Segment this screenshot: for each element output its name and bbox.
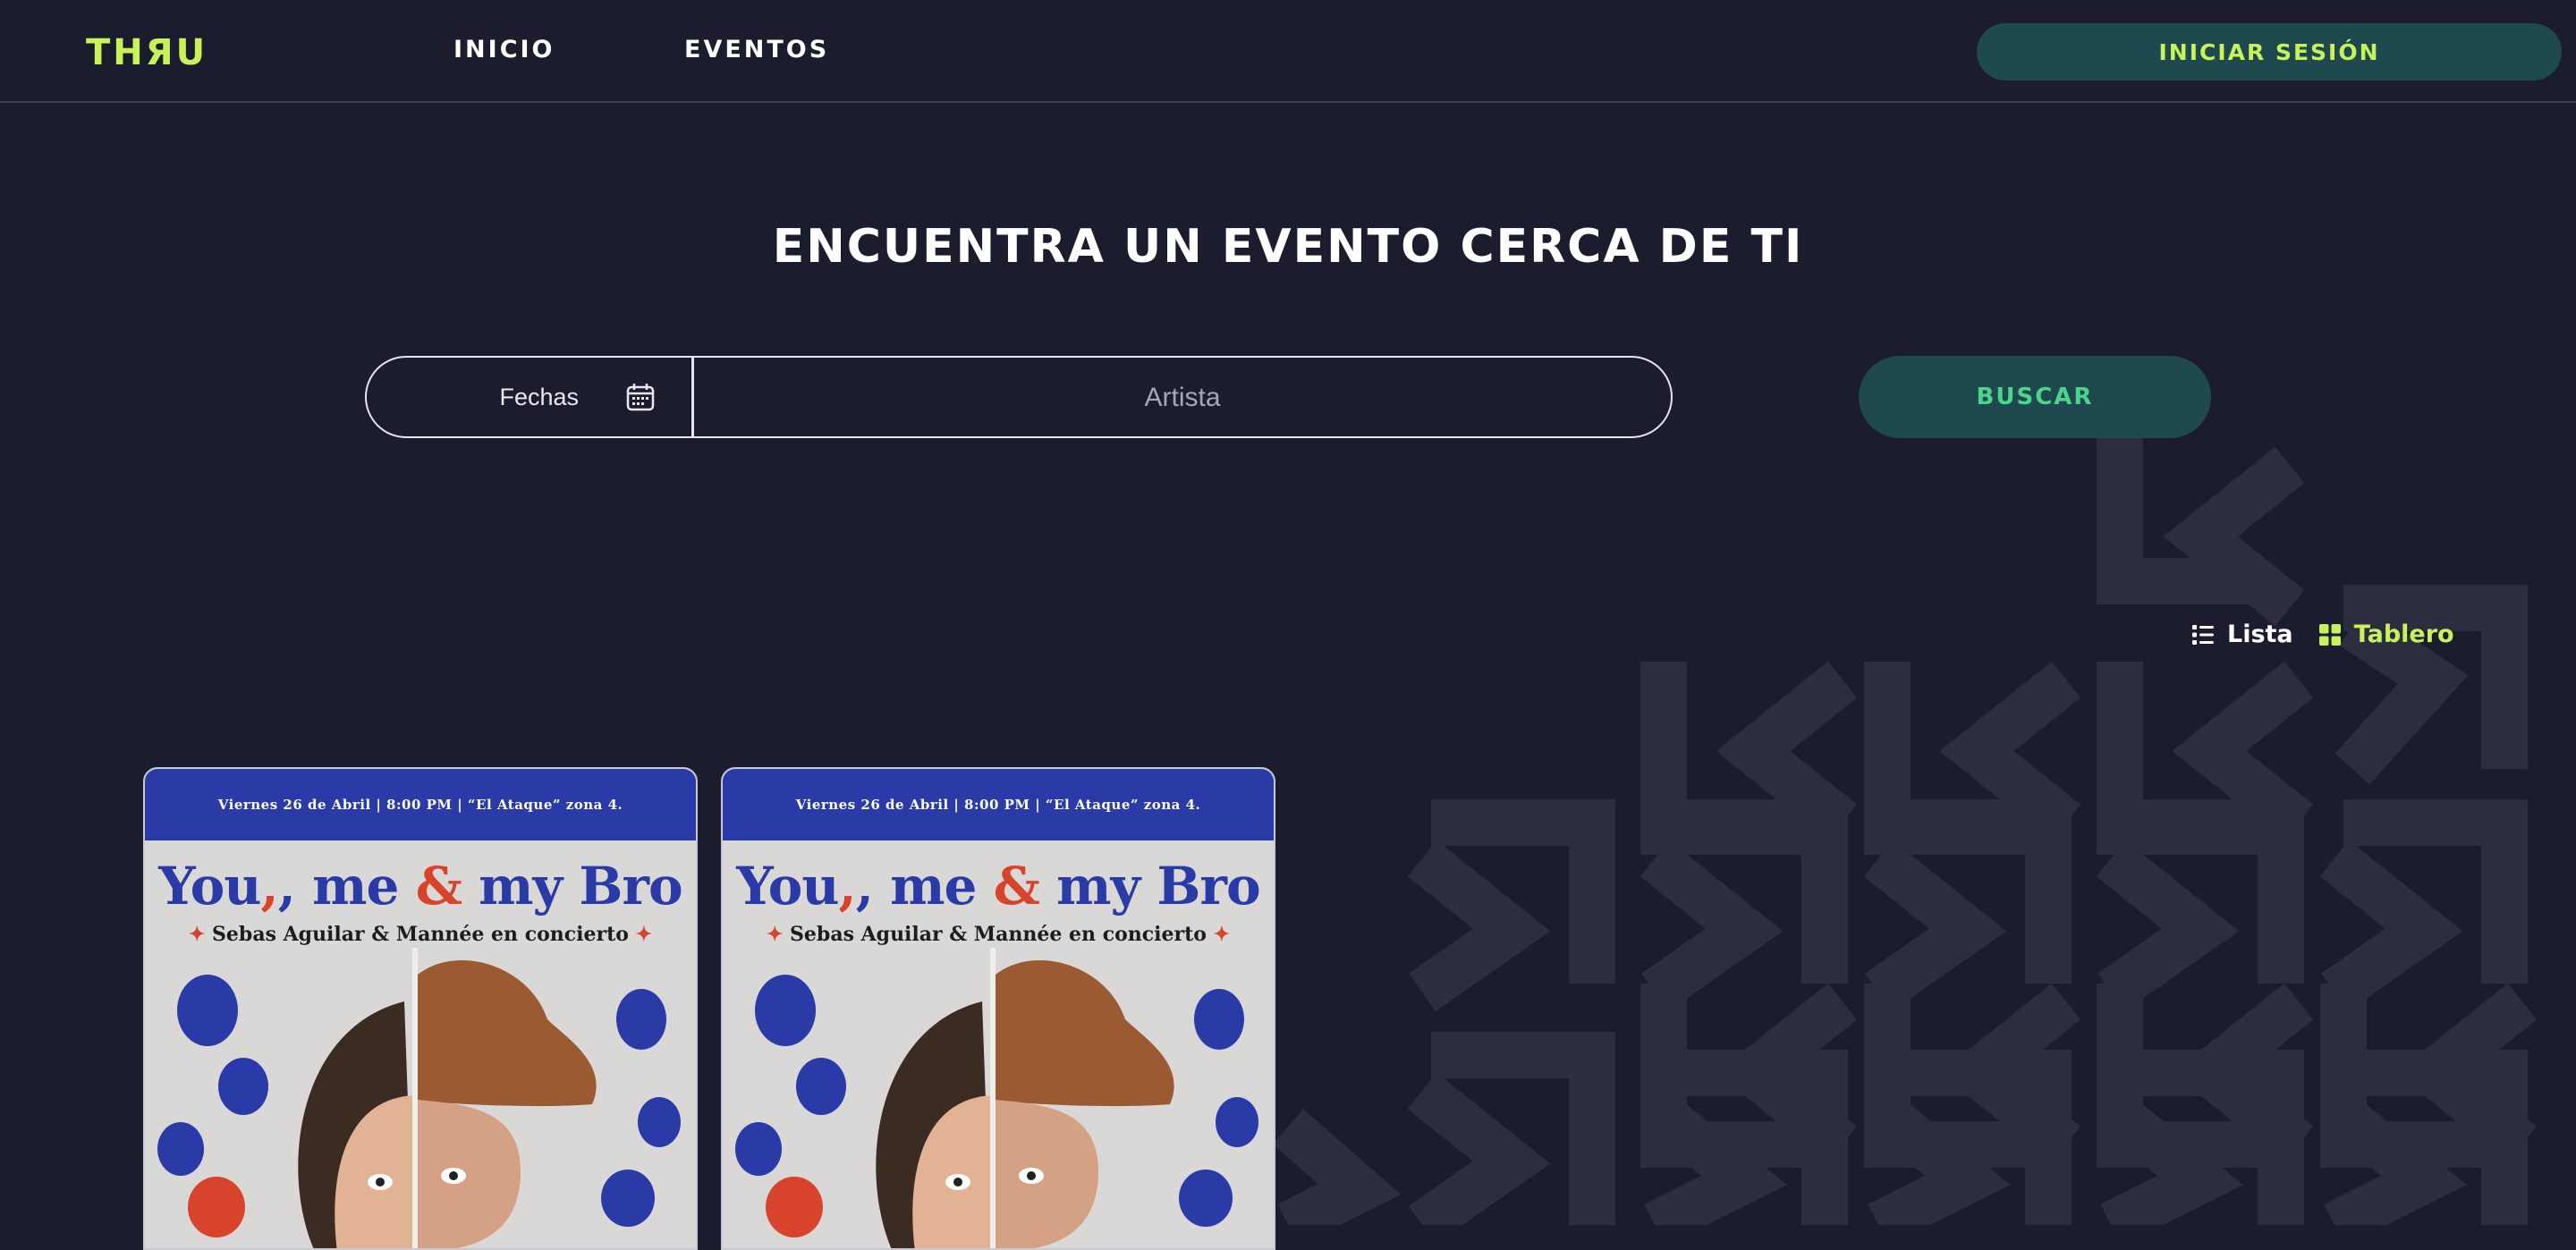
- date-picker[interactable]: Fechas: [367, 358, 694, 436]
- search-bar: Fechas: [365, 356, 1673, 438]
- event-title: You,, me & my Bro: [158, 856, 682, 916]
- login-button[interactable]: INICIAR SESIÓN: [1977, 23, 2562, 80]
- event-card[interactable]: Viernes 26 de Abril | 8:00 PM | “El Ataq…: [721, 767, 1275, 1250]
- toggle-board-view[interactable]: Tablero: [2318, 621, 2454, 648]
- top-navbar: THЯU INICIO EVENTOS INICIAR SESIÓN: [0, 0, 2576, 103]
- grid-icon: [2318, 623, 2341, 646]
- view-toggle: Lista Tablero: [2191, 621, 2454, 648]
- thru-logo[interactable]: THЯU: [86, 32, 208, 73]
- event-info-line: Viernes 26 de Abril | 8:00 PM | “El Ataq…: [145, 769, 696, 840]
- event-title: You,, me & my Bro: [736, 856, 1260, 916]
- search-button[interactable]: BUSCAR: [1859, 356, 2211, 438]
- nav-eventos[interactable]: EVENTOS: [684, 36, 829, 63]
- event-subtitle: ✦ Sebas Aguilar & Mannée en concierto ✦: [766, 923, 1231, 946]
- calendar-icon: [626, 384, 655, 411]
- event-poster-art: [735, 948, 1258, 1248]
- date-label: Fechas: [499, 383, 579, 410]
- page-title: ENCUENTRA UN EVENTO CERCA DE TI: [772, 220, 1804, 274]
- nav-inicio[interactable]: INICIO: [453, 36, 555, 63]
- event-info-line: Viernes 26 de Abril | 8:00 PM | “El Ataq…: [723, 769, 1274, 840]
- event-card[interactable]: Viernes 26 de Abril | 8:00 PM | “El Ataq…: [143, 767, 698, 1250]
- artist-search-input[interactable]: [694, 358, 1671, 438]
- board-label: Tablero: [2353, 621, 2454, 648]
- event-poster-art: [157, 948, 681, 1248]
- toggle-list-view[interactable]: Lista: [2191, 621, 2293, 648]
- list-label: Lista: [2227, 621, 2293, 648]
- list-icon: [2192, 624, 2214, 645]
- event-subtitle: ✦ Sebas Aguilar & Mannée en concierto ✦: [188, 923, 653, 946]
